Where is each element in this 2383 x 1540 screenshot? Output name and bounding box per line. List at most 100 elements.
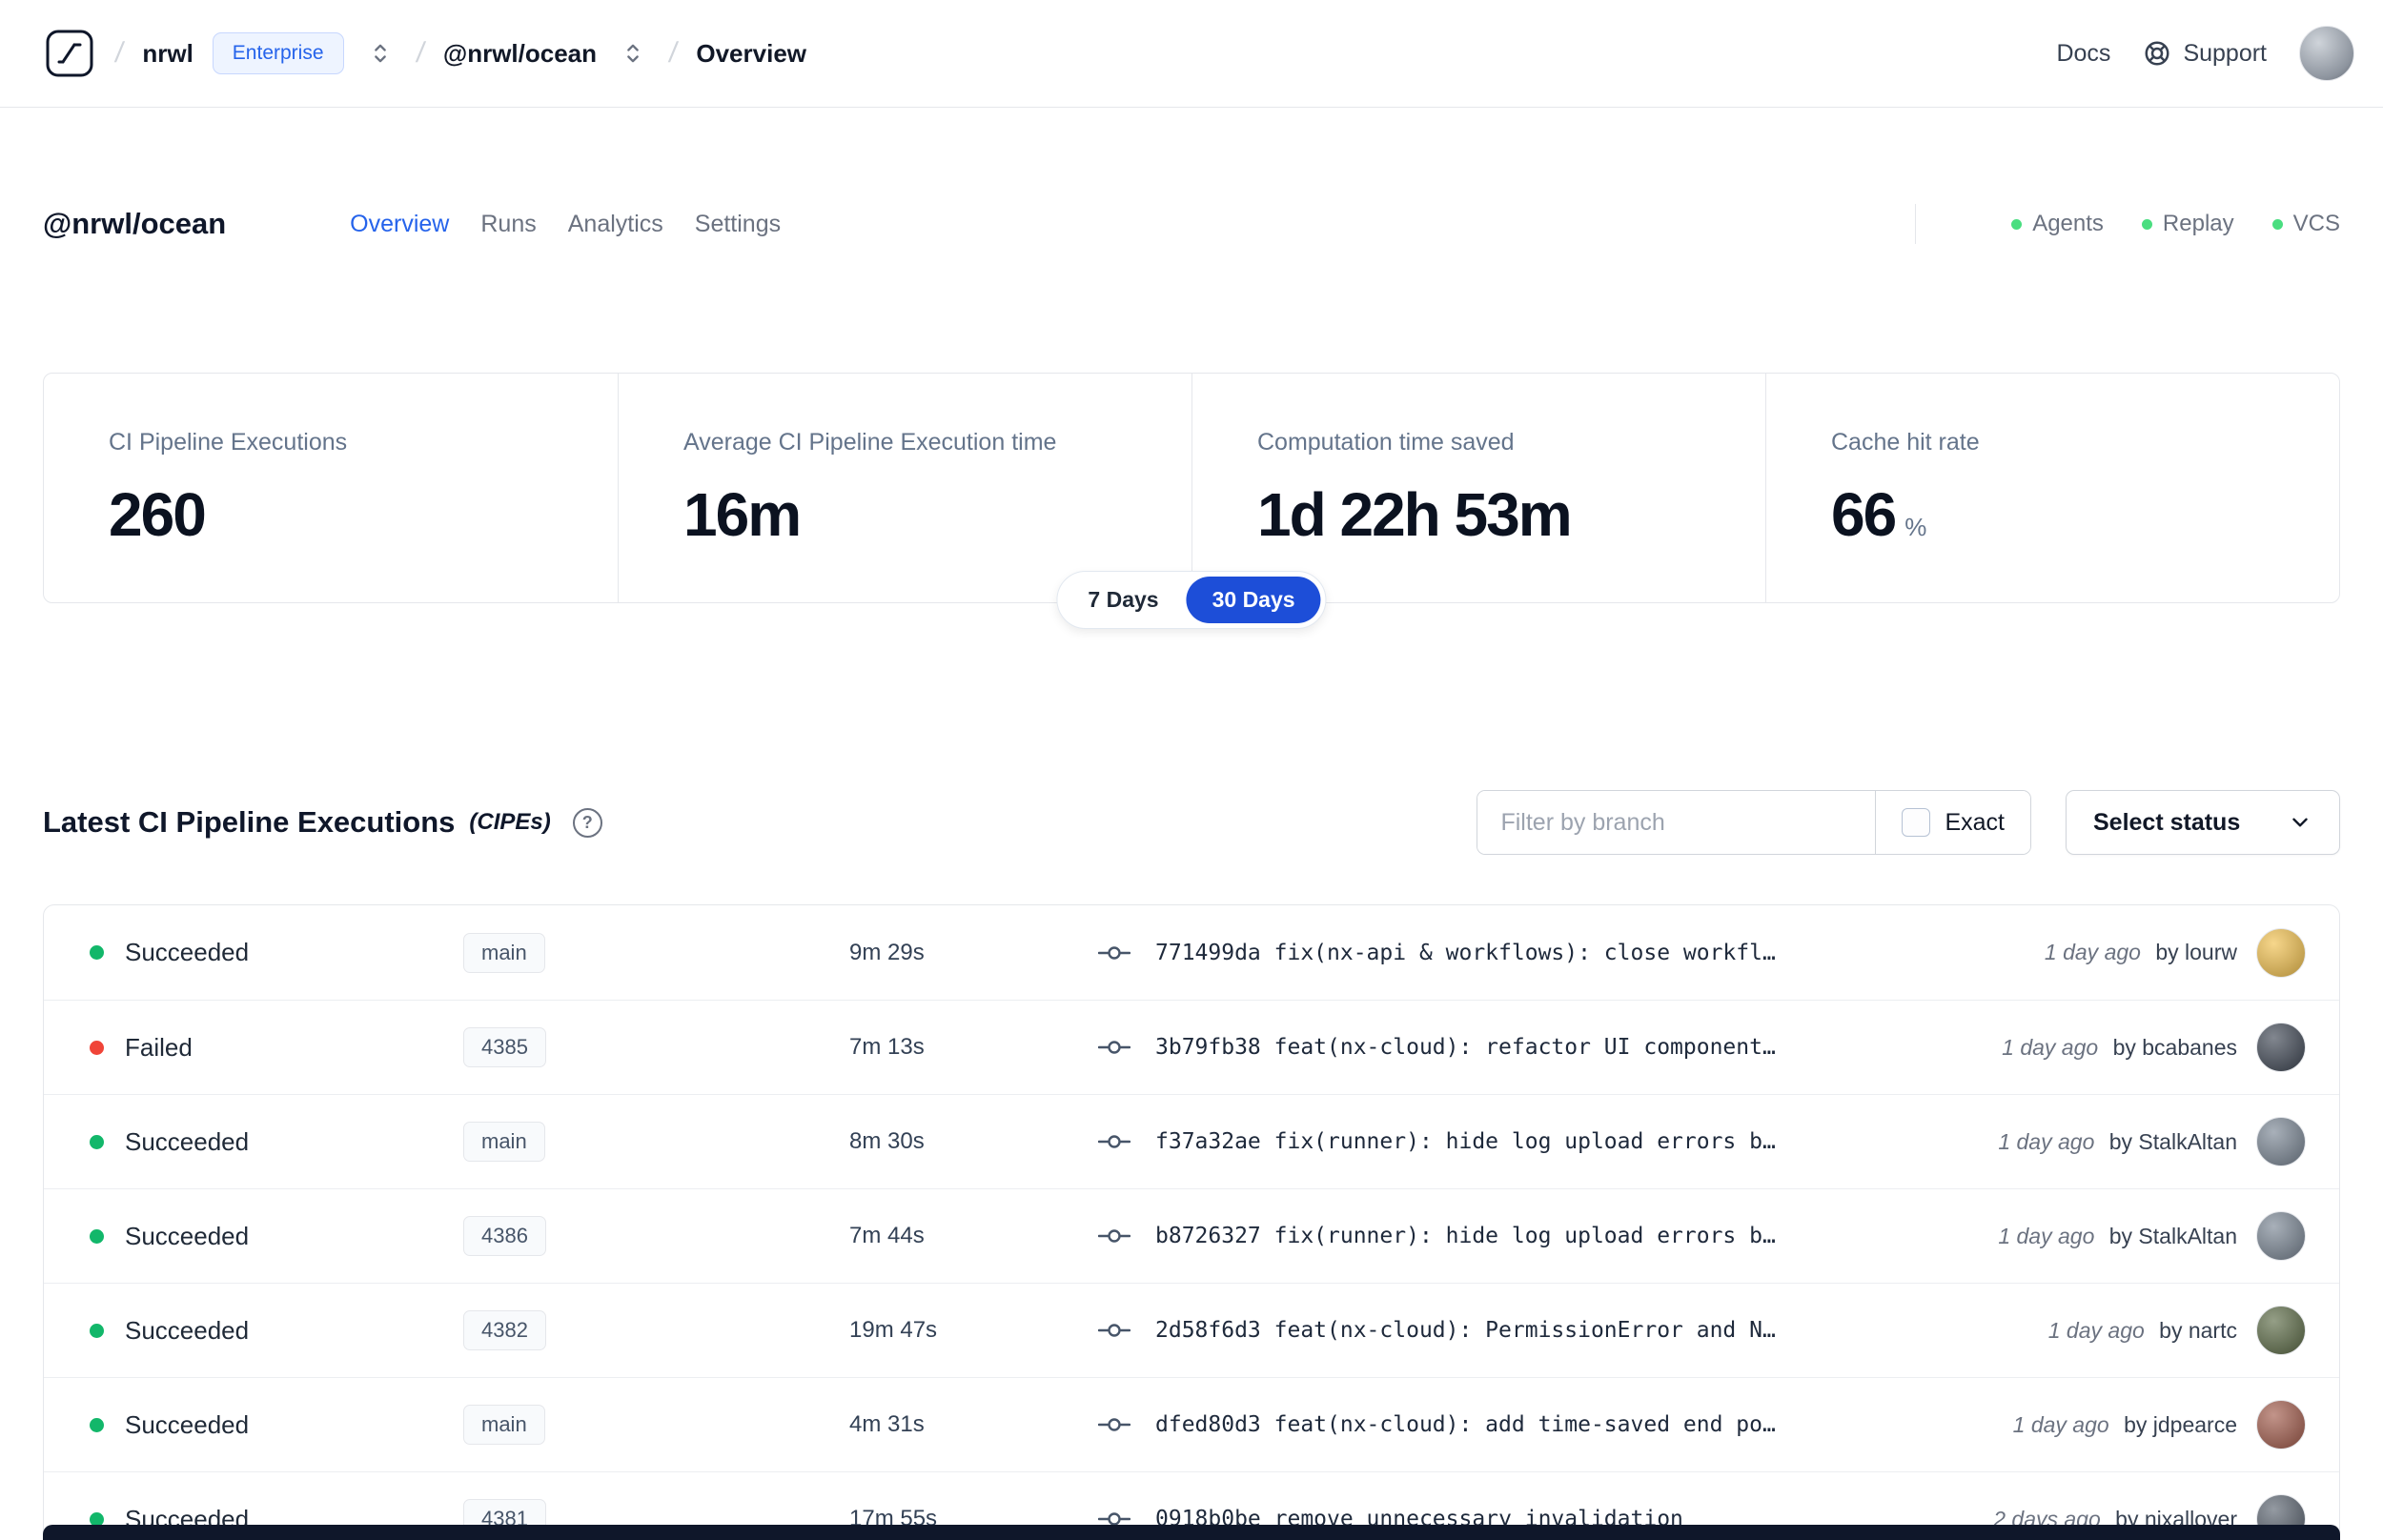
exact-checkbox[interactable] [1902,808,1931,837]
cell-branch: 4382 [463,1310,849,1350]
exact-label: Exact [1945,808,2005,836]
cell-commit: b8726327 fix(runner): hide log upload er… [1098,1224,1969,1248]
breadcrumb-separator: / [112,37,126,69]
top-navbar: / nrwl Enterprise / @nrwl/ocean / Overvi… [0,0,2383,108]
cipes-title-note: (CIPEs) [469,809,551,835]
author-avatar [2256,1400,2306,1449]
help-icon[interactable]: ? [572,807,602,838]
workspace-tabs: Overview Runs Analytics Settings [350,211,781,238]
cell-meta: 1 day ago by nartc [2048,1306,2306,1355]
author-avatar [2256,927,2306,978]
nx-cloud-logo[interactable] [43,27,96,80]
cell-status: Succeeded [90,938,463,967]
meta-text: 1 day ago by lourw [2045,940,2237,965]
author-avatar [2256,1306,2306,1355]
meta-text: 1 day ago by nartc [2048,1318,2237,1344]
commit-message: f37a32ae fix(runner): hide log upload er… [1155,1129,1776,1154]
green-status-dot [2011,218,2023,230]
git-commit-icon [1098,945,1130,960]
status-label: Succeeded [125,1126,250,1156]
chevron-down-icon [2292,818,2308,827]
cell-duration: 7m 44s [849,1223,925,1248]
cell-status: Succeeded [90,1222,463,1251]
cell-status: Succeeded [90,1410,463,1440]
author-avatar [2256,1211,2306,1261]
stat-card-computation-time-saved: Computation time saved 1d 22h 53m [1192,374,1765,602]
relative-time: 1 day ago [1998,1223,2095,1248]
cell-commit: 2d58f6d3 feat(nx-cloud): PermissionError… [1098,1318,2020,1343]
breadcrumb-separator: / [414,37,427,69]
cell-status: Failed [90,1033,463,1063]
status-dot [90,1040,104,1055]
cipe-table-row[interactable]: Succeeded 4382 19m 47s 2d58f6d3 feat(nx-… [44,1283,2339,1377]
cell-commit: dfed80d3 feat(nx-cloud): add time-saved … [1098,1412,1985,1437]
status-dot [90,945,104,960]
stat-card-cache-hit-rate: Cache hit rate 66% [1765,374,2339,602]
breadcrumb-separator: / [666,37,680,69]
cipe-table-row[interactable]: Succeeded main 9m 29s 771499da fix(nx-ap… [44,905,2339,1000]
meta-text: 1 day ago by StalkAltan [1998,1129,2237,1155]
author-avatar [2256,1117,2306,1166]
cell-status: Succeeded [90,1127,463,1157]
exact-match-control: Exact [1875,791,2030,854]
status-dot [90,1228,104,1244]
branch-badge: 4386 [463,1216,546,1256]
support-label: Support [2183,39,2267,67]
cell-duration: 19m 47s [849,1317,938,1343]
cipe-table-row[interactable]: Succeeded main 4m 31s dfed80d3 feat(nx-c… [44,1377,2339,1471]
branch-badge: main [463,1405,545,1445]
chevron-up-down-icon [627,44,639,63]
author-name: by StalkAltan [2108,1223,2237,1248]
lifebuoy-support-icon [2145,41,2169,66]
enterprise-badge: Enterprise [212,32,344,74]
meta-text: 1 day ago by jdpearce [2013,1412,2237,1438]
commit-message: 771499da fix(nx-api & workflows): close … [1155,940,1776,965]
tab-runs[interactable]: Runs [480,211,536,238]
cell-branch: 4386 [463,1216,849,1256]
cell-meta: 1 day ago by lourw [2045,927,2306,978]
cell-status: Succeeded [90,1316,463,1346]
cell-commit: f37a32ae fix(runner): hide log upload er… [1098,1129,1969,1154]
cipe-table-row[interactable]: Succeeded 4386 7m 44s b8726327 fix(runne… [44,1188,2339,1283]
workspace-header: @nrwl/ocean Overview Runs Analytics Sett… [43,203,2340,245]
range-30-days-button[interactable]: 30 Days [1186,577,1321,623]
org-switcher-chevron[interactable] [363,36,397,71]
git-commit-icon [1098,1135,1130,1148]
status-item-agents[interactable]: Agents [2011,211,2104,237]
tab-analytics[interactable]: Analytics [568,211,663,238]
status-item-replay[interactable]: Replay [2141,211,2234,237]
stat-card-average-execution-time: Average CI Pipeline Execution time 16m [618,374,1192,602]
cell-duration: 4m 31s [849,1411,925,1437]
docs-link[interactable]: Docs [2056,40,2110,68]
status-select-dropdown[interactable]: Select status [2066,790,2340,855]
author-name: by StalkAltan [2108,1128,2237,1154]
cell-branch: main [463,1405,849,1445]
green-status-dot [2141,218,2152,230]
partially-visible-bottom-element [43,1525,2340,1540]
workspace-switcher-chevron[interactable] [616,36,650,71]
cell-meta: 1 day ago by bcabanes [2002,1023,2306,1072]
tab-overview[interactable]: Overview [350,211,449,238]
tab-settings[interactable]: Settings [695,211,781,238]
author-name: by lourw [2155,940,2237,964]
nx-cloud-logo-icon [46,30,93,77]
cell-branch: 4385 [463,1027,849,1067]
author-avatar [2256,1023,2306,1072]
cipe-table-row[interactable]: Failed 4385 7m 13s 3b79fb38 feat(nx-clou… [44,1000,2339,1094]
org-name[interactable]: nrwl [142,39,193,69]
workspace-name[interactable]: @nrwl/ocean [443,39,597,69]
current-page-name[interactable]: Overview [696,39,806,69]
branch-badge: 4382 [463,1310,546,1350]
range-7-days-button[interactable]: 7 Days [1062,577,1184,623]
cipes-controls: Exact Select status [1477,790,2340,855]
cell-duration: 9m 29s [849,939,925,965]
cell-commit: 3b79fb38 feat(nx-cloud): refactor UI com… [1098,1035,1973,1060]
cell-duration: 7m 13s [849,1034,925,1060]
user-avatar[interactable] [2299,26,2354,81]
status-item-vcs[interactable]: VCS [2271,211,2340,237]
branch-filter-input[interactable] [1477,791,1876,854]
percent-suffix: % [1904,513,1927,541]
cell-duration: 8m 30s [849,1128,925,1154]
support-link[interactable]: Support [2143,39,2267,68]
cipe-table-row[interactable]: Succeeded main 8m 30s f37a32ae fix(runne… [44,1094,2339,1188]
